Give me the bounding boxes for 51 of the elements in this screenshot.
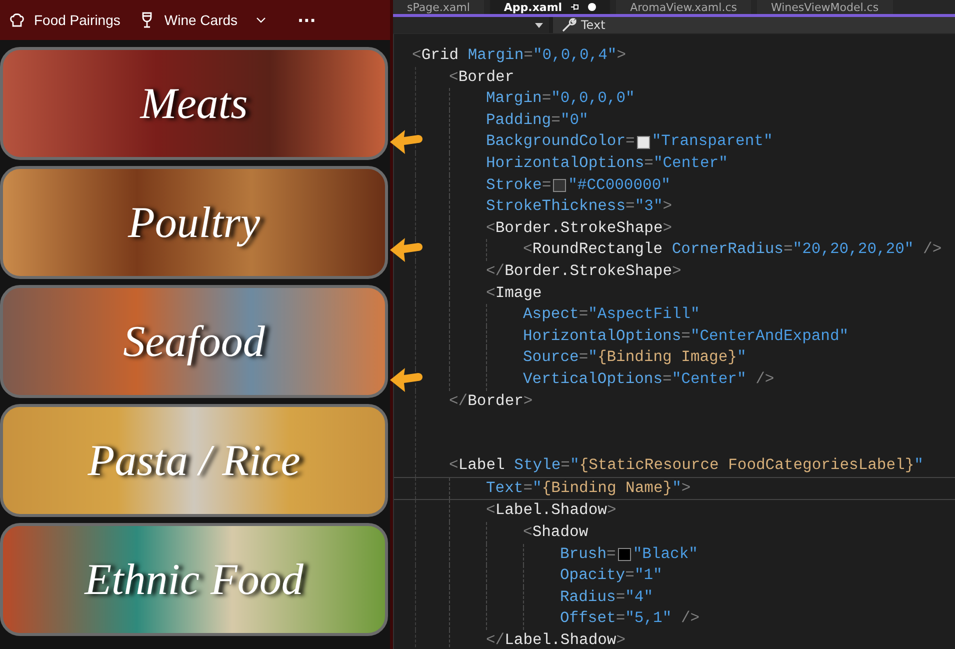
- file-tab[interactable]: WinesViewModel.cs: [756, 0, 893, 14]
- code-line: <Border.StrokeShape>: [486, 218, 672, 239]
- file-tab[interactable]: AromaView.xaml.cs: [616, 0, 751, 14]
- more-button[interactable]: ···: [292, 8, 322, 32]
- code-line: VerticalOptions="Center" />: [523, 368, 774, 390]
- code-line: Brush=: [560, 544, 616, 565]
- code-line: <Border: [449, 66, 514, 88]
- code-line: </Border.StrokeShape>: [486, 260, 682, 282]
- code-line: Margin="0,0,0,0": [486, 88, 635, 110]
- code-line: Stroke=: [486, 174, 552, 196]
- code-line: </Label.Shadow>: [486, 630, 626, 649]
- code-value: "#CC000000": [568, 174, 670, 196]
- code-line: <Shadow: [523, 522, 588, 544]
- code-line: <RoundRectangle CornerRadius="20,20,20,20" />: [523, 239, 942, 260]
- code-value: "Black": [632, 544, 698, 565]
- code-line: Text="{Binding Name}">: [486, 478, 691, 499]
- code-line: Offset="5,1" />: [560, 608, 700, 630]
- code-line: Aspect="AspectFill": [523, 304, 700, 326]
- caret-down-icon: [535, 22, 543, 28]
- nav-item[interactable]: Food Pairings: [6, 9, 122, 31]
- code-line: Source="{Binding Image}": [523, 347, 746, 368]
- property-dropdown[interactable]: Text: [553, 17, 955, 33]
- code-editor[interactable]: [393, 34, 955, 649]
- code-line: <Label Style="{StaticResource FoodCategoriesLabel}": [449, 455, 924, 476]
- category-label: Ethnic Food: [84, 554, 304, 605]
- nav-item[interactable]: Wine Cards: [136, 9, 268, 31]
- file-tab[interactable]: App.xaml: [490, 0, 610, 14]
- code-line: <Image: [486, 282, 542, 304]
- category-label: Pasta / Rice: [88, 435, 300, 486]
- code-line: BackgroundColor=: [486, 131, 635, 152]
- wrench-icon: [561, 17, 577, 33]
- pin-icon[interactable]: [570, 3, 580, 11]
- code-line: </Border>: [449, 390, 533, 412]
- category-label: Meats: [140, 78, 248, 129]
- category-card[interactable]: Meats: [0, 47, 388, 160]
- category-label: Seafood: [123, 316, 265, 367]
- code-line: <Grid Margin="0,0,0,4">: [412, 45, 626, 66]
- code-line: HorizontalOptions="CenterAndExpand": [523, 326, 849, 347]
- category-label: Poultry: [128, 197, 260, 248]
- code-line: HorizontalOptions="Center": [486, 152, 728, 174]
- chef-hat-icon: [8, 11, 26, 29]
- code-line: StrokeThickness="3">: [486, 196, 672, 218]
- code-line: Padding="0": [486, 110, 588, 131]
- file-tab[interactable]: sPage.xaml: [393, 0, 484, 14]
- code-line: Opacity="1": [560, 565, 662, 586]
- code-line: <Label.Shadow>: [486, 500, 616, 522]
- code-line: Radius="4": [560, 586, 654, 608]
- category-card[interactable]: Seafood: [0, 285, 388, 398]
- category-card[interactable]: Ethnic Food: [0, 523, 388, 636]
- code-value: "Transparent": [652, 131, 773, 152]
- category-card[interactable]: Poultry: [0, 166, 388, 279]
